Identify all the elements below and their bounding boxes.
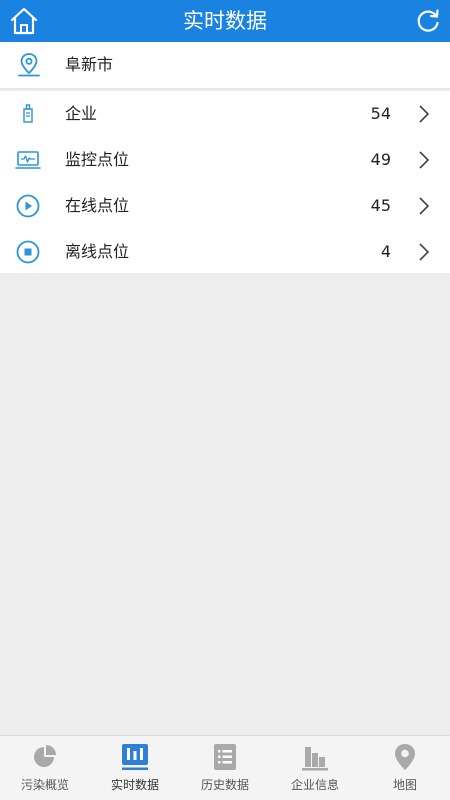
list-item-online-points[interactable]: 在线点位 45 xyxy=(0,183,450,229)
tab-label: 地图 xyxy=(392,778,417,792)
location-row[interactable]: 阜新市 xyxy=(0,42,450,89)
stop-circle-icon xyxy=(16,240,40,264)
list-item-enterprise[interactable]: 企业 54 xyxy=(0,91,450,137)
pie-chart-icon xyxy=(34,745,56,767)
list-item-count: 54 xyxy=(370,104,391,123)
city-label: 阜新市 xyxy=(65,55,114,74)
list-item-count: 4 xyxy=(380,242,391,261)
app-header: 实时数据 xyxy=(0,0,450,42)
page-title: 实时数据 xyxy=(183,9,267,33)
list-item-label: 离线点位 xyxy=(65,242,130,261)
tab-label: 实时数据 xyxy=(110,778,159,792)
tab-realtime-data[interactable]: 实时数据 xyxy=(90,736,180,800)
list-item-count: 49 xyxy=(370,150,391,169)
bottom-tab-bar: 污染概览 实时数据 历史数据 企业信息 地图 xyxy=(0,735,450,800)
tab-label: 历史数据 xyxy=(200,778,249,792)
monitor-icon xyxy=(15,151,41,169)
chevron-right-icon xyxy=(419,197,430,215)
tab-label: 企业信息 xyxy=(290,778,339,792)
list-item-count: 45 xyxy=(370,196,391,215)
building-icon xyxy=(302,747,328,771)
bar-chart-icon xyxy=(122,744,148,770)
list-item-label: 在线点位 xyxy=(65,196,130,215)
play-circle-icon xyxy=(16,194,40,218)
tab-map[interactable]: 地图 xyxy=(360,736,450,800)
list-item-monitor-points[interactable]: 监控点位 49 xyxy=(0,137,450,183)
chevron-right-icon xyxy=(419,105,430,123)
tab-enterprise-info[interactable]: 企业信息 xyxy=(270,736,360,800)
location-pin-icon xyxy=(18,53,40,77)
chevron-right-icon xyxy=(419,151,430,169)
tab-pollution-overview[interactable]: 污染概览 xyxy=(0,736,90,800)
map-pin-icon xyxy=(395,744,415,770)
list-item-offline-points[interactable]: 离线点位 4 xyxy=(0,229,450,275)
list-item-label: 企业 xyxy=(65,104,98,123)
chevron-right-icon xyxy=(419,243,430,261)
list-document-icon xyxy=(214,744,236,770)
tab-history-data[interactable]: 历史数据 xyxy=(180,736,270,800)
building-icon xyxy=(23,104,33,123)
tab-label: 污染概览 xyxy=(20,778,69,792)
list-item-label: 监控点位 xyxy=(65,150,130,169)
stats-list: 企业 54 监控点位 49 在线点位 45 离线点位 4 xyxy=(0,91,450,273)
refresh-icon[interactable] xyxy=(412,5,444,37)
